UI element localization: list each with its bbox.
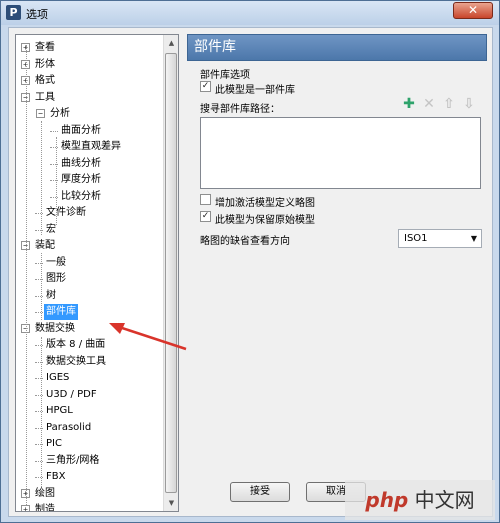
tree-content: + 查看 + 形体 + 格式 − 工具 − 分析 曲面分析 模型直观差异 曲线分析 厚度分析 比较分析 文件诊… [16, 35, 164, 511]
options-window: P 选项 ✕ + 查看 + 形体 + 格式 − 工具 − 分析 曲面分析 模型直观差异 曲线分析 厚度分析… [0, 0, 500, 523]
tree-item[interactable]: 图形 [16, 271, 164, 287]
close-button[interactable]: ✕ [453, 2, 493, 19]
expand-icon[interactable]: + [21, 505, 30, 511]
tree-item[interactable]: 宏 [16, 222, 164, 238]
tree-item-label: 格式 [35, 75, 55, 86]
tree-item-label: 比较分析 [61, 190, 101, 202]
tree-item-label: 模型直观差异 [61, 141, 121, 152]
scroll-thumb[interactable] [165, 53, 177, 493]
is-library-checkbox[interactable]: ✓ [200, 81, 211, 92]
tree-item[interactable]: 三角形/网格 [16, 453, 164, 469]
tree-item[interactable]: 曲面分析 [16, 123, 164, 139]
tree-item[interactable]: + 绘图 [16, 486, 164, 502]
default-view-value: ISO1 [404, 233, 428, 244]
panel-title: 部件库 [187, 34, 487, 61]
move-down-icon[interactable]: ⇩ [461, 96, 477, 112]
tree-item-label: 形体 [35, 58, 55, 70]
is-library-label: 此模型是一部件库 [215, 85, 295, 96]
keep-original-label: 此模型为保留原始模型 [215, 215, 315, 226]
tree-scrollbar[interactable]: ▲ ▼ [163, 35, 178, 511]
collapse-icon[interactable]: − [36, 109, 45, 118]
tree-item-label: 曲线分析 [61, 157, 101, 169]
tree-item-label: 装配 [35, 240, 55, 251]
tree-item-label: HPGL [46, 405, 73, 416]
tree-item-label: 数据交换 [35, 322, 75, 334]
tree-connector [41, 337, 42, 495]
accept-button[interactable]: 接受 [230, 482, 290, 502]
options-tree[interactable]: + 查看 + 形体 + 格式 − 工具 − 分析 曲面分析 模型直观差异 曲线分析 厚度分析 比较分析 文件诊… [15, 34, 179, 512]
site-watermark: php 中文网 [345, 480, 495, 520]
tree-item[interactable]: 曲线分析 [16, 156, 164, 172]
tree-connector [41, 121, 42, 235]
tree-item-label: FBX [46, 471, 66, 482]
title-bar[interactable]: P 选项 ✕ [1, 1, 499, 25]
tree-item-label: 查看 [35, 42, 55, 53]
window-title: 选项 [26, 8, 48, 21]
tree-item-label: 部件库 [44, 304, 78, 320]
tree-item-label: 分析 [50, 108, 70, 119]
tree-item[interactable]: HPGL [16, 403, 164, 419]
tree-item-label: IGES [46, 372, 70, 383]
tree-item[interactable]: FBX [16, 469, 164, 485]
tree-item[interactable]: − 装配 [16, 238, 164, 254]
tree-connector [50, 130, 58, 132]
tree-item[interactable]: 部件库 [16, 304, 164, 320]
tree-item[interactable]: + 查看 [16, 40, 164, 56]
tree-item-label: 数据交换工具 [46, 355, 106, 367]
dialog-body: + 查看 + 形体 + 格式 − 工具 − 分析 曲面分析 模型直观差异 曲线分析 厚度分析 比较分析 文件诊… [8, 27, 493, 517]
watermark-site: 中文网 [414, 488, 475, 512]
tree-item-label: 树 [46, 289, 56, 301]
tree-item-label: 文件诊断 [46, 207, 86, 218]
tree-item[interactable]: − 分析 [16, 106, 164, 122]
tree-item[interactable]: Parasolid [16, 420, 164, 436]
move-up-icon[interactable]: ⇧ [441, 96, 457, 112]
tree-item-label: 绘图 [35, 487, 55, 499]
tree-item[interactable]: 文件诊断 [16, 205, 164, 221]
tree-item-label: 曲面分析 [61, 124, 101, 136]
default-view-select[interactable]: ISO1 ▼ [398, 229, 482, 248]
tree-item-label: 一般 [46, 256, 66, 268]
tree-item-label: 厚度分析 [61, 174, 101, 185]
tree-item-label: 工具 [35, 91, 55, 103]
tree-item-label: 图形 [46, 273, 66, 284]
scroll-down-icon[interactable]: ▼ [164, 495, 178, 511]
tree-item-label: 三角形/网格 [46, 454, 100, 466]
app-logo-icon: P [6, 5, 21, 20]
tree-item[interactable]: U3D / PDF [16, 387, 164, 403]
tree-item[interactable]: 比较分析 [16, 189, 164, 205]
tree-item[interactable]: + 格式 [16, 73, 164, 89]
chevron-down-icon: ▼ [470, 234, 477, 243]
add-icon[interactable]: ✚ [401, 96, 417, 112]
add-sketch-label: 增加激活模型定义略图 [215, 198, 315, 209]
tree-item[interactable]: PIC [16, 436, 164, 452]
tree-item[interactable]: + 制造 [16, 502, 164, 512]
add-sketch-checkbox[interactable] [200, 194, 211, 205]
watermark-brand: php [365, 488, 409, 512]
tree-item[interactable]: 模型直观差异 [16, 139, 164, 155]
keep-original-checkbox[interactable]: ✓ [200, 211, 211, 222]
tree-connector [56, 137, 57, 225]
tree-item[interactable]: 一般 [16, 255, 164, 271]
tree-item[interactable]: 厚度分析 [16, 172, 164, 188]
tree-item-label: 制造 [35, 504, 55, 512]
tree-item[interactable]: 树 [16, 288, 164, 304]
tree-item[interactable]: − 工具 [16, 90, 164, 106]
library-options-title: 部件库选项 [200, 70, 250, 81]
default-view-label: 略图的缺省查看方向 [200, 236, 290, 247]
tree-item-label: Parasolid [46, 421, 92, 433]
search-path-label: 搜寻部件库路径： [200, 104, 280, 115]
tree-item[interactable]: IGES [16, 370, 164, 386]
tree-connector [41, 253, 42, 320]
delete-icon[interactable]: ✕ [421, 96, 437, 112]
tree-item[interactable]: + 形体 [16, 57, 164, 73]
tree-item-label: U3D / PDF [46, 388, 97, 400]
tree-item-label: PIC [46, 438, 62, 449]
library-path-list[interactable] [200, 117, 481, 189]
tree-item-label: 版本 8 / 曲面 [46, 339, 106, 350]
annotation-arrow-icon [109, 323, 187, 351]
scroll-up-icon[interactable]: ▲ [164, 35, 178, 51]
tree-connector [26, 45, 27, 505]
